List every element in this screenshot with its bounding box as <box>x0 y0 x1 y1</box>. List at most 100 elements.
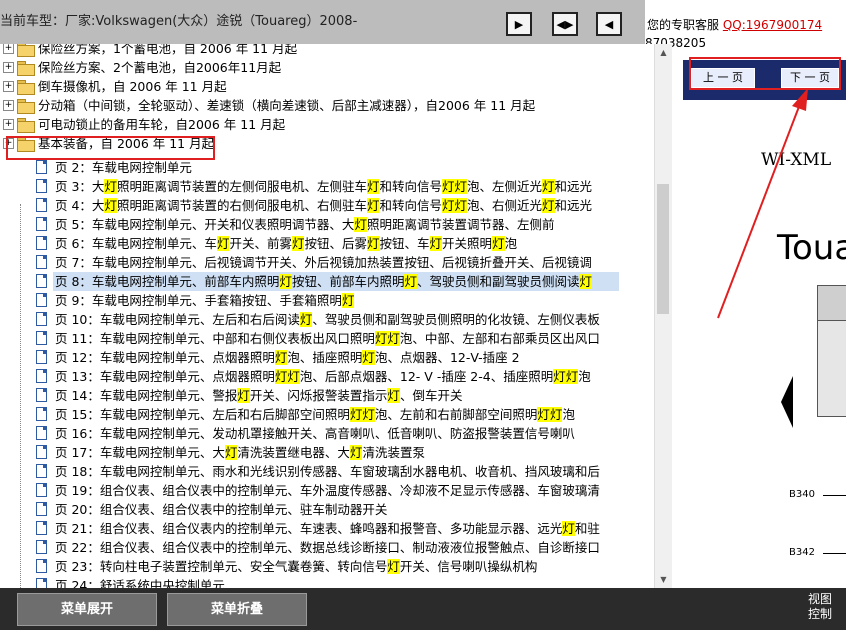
tree-page-item[interactable]: 页 16：车载电网控制单元、发动机罩接触开关、高音喇叭、低音喇叭、防盗报警装置信… <box>0 424 654 443</box>
search-highlight: 灯灯 <box>442 179 468 194</box>
page-icon <box>36 521 47 535</box>
tree-page-item[interactable]: 页 10：车载电网控制单元、左后和右后阅读灯、驾驶员侧和副驾驶员侧照明的化妆镜、… <box>0 310 654 329</box>
scroll-thumb[interactable] <box>657 184 669 314</box>
arrow-right-button[interactable]: ▶ <box>506 12 532 36</box>
page-text: 泡 <box>578 369 591 384</box>
page-text: 页 17：车载电网控制单元、大 <box>55 445 225 460</box>
tree-page-label: 页 8：车载电网控制单元、前部车内照明灯按钮、前部车内照明灯、驾驶员侧和副驾驶员… <box>55 272 593 291</box>
search-highlight: 灯灯 <box>349 407 375 422</box>
search-highlight: 灯 <box>562 521 575 536</box>
page-text: 开关、前雾 <box>229 236 292 251</box>
page-icon <box>36 198 47 212</box>
page-text: 页 5：车载电网控制单元、开关和仪表照明调节器、大 <box>55 217 355 232</box>
search-highlight: 灯 <box>349 445 363 460</box>
tree-page-item[interactable]: 页 9：车载电网控制单元、手套箱按钮、手套箱照明灯 <box>0 291 654 310</box>
page-icon <box>36 312 47 326</box>
tree-page-item[interactable]: 页 14：车载电网控制单元、警报灯开关、闪烁报警装置指示灯、倒车开关 <box>0 386 654 405</box>
page-text: 泡、点烟器、12-V-插座 2 <box>374 350 520 365</box>
search-highlight: 灯 <box>274 350 288 365</box>
tree-page-item[interactable]: 页 13：车载电网控制单元、点烟器照明灯灯泡、后部点烟器、12- V -插座 2… <box>0 367 654 386</box>
menu-collapse-button[interactable]: 菜单折叠 <box>167 593 307 626</box>
split-view-button[interactable]: ◀▶ <box>552 12 578 36</box>
tree-page-item[interactable]: 页 12：车载电网控制单元、点烟器照明灯泡、插座照明灯泡、点烟器、12-V-插座… <box>0 348 654 367</box>
tree-category-label: 倒车摄像机，自 2006 年 11 月起 <box>38 79 227 94</box>
qq-link[interactable]: QQ:1967900174 <box>723 18 822 32</box>
tree-page-item[interactable]: 页 3：大灯照明距离调节装置的左侧伺服电机、左侧驻车灯和转向信号灯灯泡、左侧近光… <box>0 177 654 196</box>
tree-scrollbar[interactable]: ▲ ▼ <box>654 44 672 588</box>
tree-page-item[interactable]: 页 20：组合仪表、组合仪表中的控制单元、驻车制动器开关 <box>0 500 654 519</box>
view-control[interactable]: 视图 控制 <box>800 592 840 622</box>
page-text: 清洗装置继电器、大 <box>237 445 350 460</box>
tree-page-item[interactable]: 页 4：大灯照明距离调节装置的右侧伺服电机、右侧驻车灯和转向信号灯灯泡、右侧近光… <box>0 196 654 215</box>
tree-page-label: 页 17：车载电网控制单元、大灯清洗装置继电器、大灯清洗装置泵 <box>55 443 425 462</box>
page-text: 页 9：车载电网控制单元、手套箱按钮、手套箱照明 <box>55 293 342 308</box>
tree-page-label: 页 5：车载电网控制单元、开关和仪表照明调节器、大灯照明距离调节装置调节器、左侧… <box>55 215 554 234</box>
tree-page-item[interactable]: 页 6：车载电网控制单元、车灯开关、前雾灯按钮、后雾灯按钮、车灯开关照明灯泡 <box>0 234 654 253</box>
search-highlight: 灯 <box>542 198 555 213</box>
page-text: 泡 <box>504 236 518 251</box>
expand-icon[interactable]: + <box>3 62 14 73</box>
search-highlight: 灯 <box>429 236 443 251</box>
page-text: 页 14：车载电网控制单元、警报 <box>55 388 238 403</box>
page-text: 、驾驶员侧和副驾驶员侧阅读 <box>416 274 580 289</box>
page-text: 泡、左侧近光 <box>467 179 543 194</box>
page-icon <box>36 369 47 383</box>
menu-expand-button[interactable]: 菜单展开 <box>17 593 157 626</box>
tree-page-label: 页 24：舒适系统中央控制单元 <box>55 576 225 588</box>
page-text: 页 11：车载电网控制单元、中部和右侧仪表板出风口照明 <box>55 331 375 346</box>
expand-icon[interactable]: + <box>3 119 14 130</box>
page-text: 页 21：组合仪表、组合仪表内的控制单元、车速表、蜂鸣器和报警音、多功能显示器、… <box>55 521 563 536</box>
page-text: 按钮、车 <box>379 236 430 251</box>
page-text: 开关、闪烁报警装置指示 <box>249 388 388 403</box>
tree-page-item[interactable]: 页 8：车载电网控制单元、前部车内照明灯按钮、前部车内照明灯、驾驶员侧和副驾驶员… <box>36 272 619 291</box>
current-model-title: 当前车型：厂家:Volkswagen(大众）途锐（Touareg）2008- <box>0 14 358 29</box>
bottom-bar: 菜单展开 菜单折叠 视图 控制 <box>0 588 846 630</box>
page-text: 泡、后部点烟器、12- V -插座 2-4、插座照明 <box>299 369 554 384</box>
page-icon <box>36 502 47 516</box>
page-left-arrow-icon[interactable] <box>781 376 793 428</box>
tree-page-item[interactable]: 页 19：组合仪表、组合仪表中的控制单元、车外温度传感器、冷却液不足显示传感器、… <box>0 481 654 500</box>
page-icon <box>36 578 47 588</box>
tree-page-item[interactable]: 页 15：车载电网控制单元、左后和右后脚部空间照明灯灯泡、左前和右前脚部空间照明… <box>0 405 654 424</box>
page-text: 页 3：大 <box>55 179 105 194</box>
page-text: 照明距离调节装置调节器、左侧前 <box>366 217 555 232</box>
scroll-up-icon[interactable]: ▲ <box>655 44 672 61</box>
tree-category-label: 可电动锁止的备用车轮，自2006 年 11 月起 <box>38 117 286 132</box>
split-view-icon: ◀▶ <box>556 17 574 31</box>
page-text: 页 24：舒适系统中央控制单元 <box>55 578 225 588</box>
tree-page-item[interactable]: 页 24：舒适系统中央控制单元 <box>0 576 654 588</box>
scroll-down-icon[interactable]: ▼ <box>655 571 672 588</box>
toolbar: 当前车型：厂家:Volkswagen(大众）途锐（Touareg）2008- ▶… <box>0 0 680 44</box>
search-highlight: 灯 <box>216 236 230 251</box>
search-highlight: 灯 <box>104 198 117 213</box>
page-text: 泡、插座照明 <box>287 350 363 365</box>
tree-page-label: 页 18：车载电网控制单元、雨水和光线识别传感器、车窗玻璃刮水器电机、收音机、挡… <box>55 462 600 481</box>
expand-icon[interactable]: + <box>3 44 14 54</box>
folder-icon <box>17 99 35 114</box>
tree-page-item[interactable]: 页 21：组合仪表、组合仪表内的控制单元、车速表、蜂鸣器和报警音、多功能显示器、… <box>0 519 654 538</box>
arrow-left-button[interactable]: ◀ <box>596 12 622 36</box>
tree-page-item[interactable]: 页 7：车载电网控制单元、后视镜调节开关、外后视镜加热装置按钮、后视镜折叠开关、… <box>0 253 654 272</box>
page-text: 页 2：车载电网控制单元 <box>55 160 192 175</box>
expand-icon[interactable]: + <box>3 81 14 92</box>
tree-page-item[interactable]: 页 5：车载电网控制单元、开关和仪表照明调节器、大灯照明距离调节装置调节器、左侧… <box>0 215 654 234</box>
page-icon <box>36 236 47 250</box>
tree-page-label: 页 7：车载电网控制单元、后视镜调节开关、外后视镜加热装置按钮、后视镜折叠开关、… <box>55 253 592 272</box>
support-label: 您的专职客服 <box>647 18 720 32</box>
tree-page-item[interactable]: 页 17：车载电网控制单元、大灯清洗装置继电器、大灯清洗装置泵 <box>0 443 654 462</box>
page-text: 泡、右侧近光 <box>467 198 543 213</box>
page-text: 页 13：车载电网控制单元、点烟器照明 <box>55 369 275 384</box>
page-text: 和远光 <box>554 179 593 194</box>
search-highlight: 灯 <box>579 274 593 289</box>
wire-label-b342: B342 <box>789 547 815 558</box>
tree-page-item[interactable]: 页 23：转向柱电子装置控制单元、安全气囊卷簧、转向信号灯开关、信号喇叭操纵机构 <box>0 557 654 576</box>
expand-icon[interactable]: + <box>3 100 14 111</box>
tree-page-item[interactable]: 页 2：车载电网控制单元 <box>0 158 654 177</box>
tree-page-item[interactable]: 页 11：车载电网控制单元、中部和右侧仪表板出风口照明灯灯泡、中部、左部和右部乘… <box>0 329 654 348</box>
page-text: 和转向信号 <box>379 198 442 213</box>
page-text: 照明距离调节装置的右侧伺服电机、右侧驻车 <box>116 198 367 213</box>
tree-page-item[interactable]: 页 22：组合仪表、组合仪表中的控制单元、数据总线诊断接口、制动液液位报警触点、… <box>0 538 654 557</box>
search-highlight: 灯 <box>104 179 117 194</box>
tree-page-label: 页 15：车载电网控制单元、左后和右后脚部空间照明灯灯泡、左前和右前脚部空间照明… <box>55 405 575 424</box>
tree-page-item[interactable]: 页 18：车载电网控制单元、雨水和光线识别传感器、车窗玻璃刮水器电机、收音机、挡… <box>0 462 654 481</box>
